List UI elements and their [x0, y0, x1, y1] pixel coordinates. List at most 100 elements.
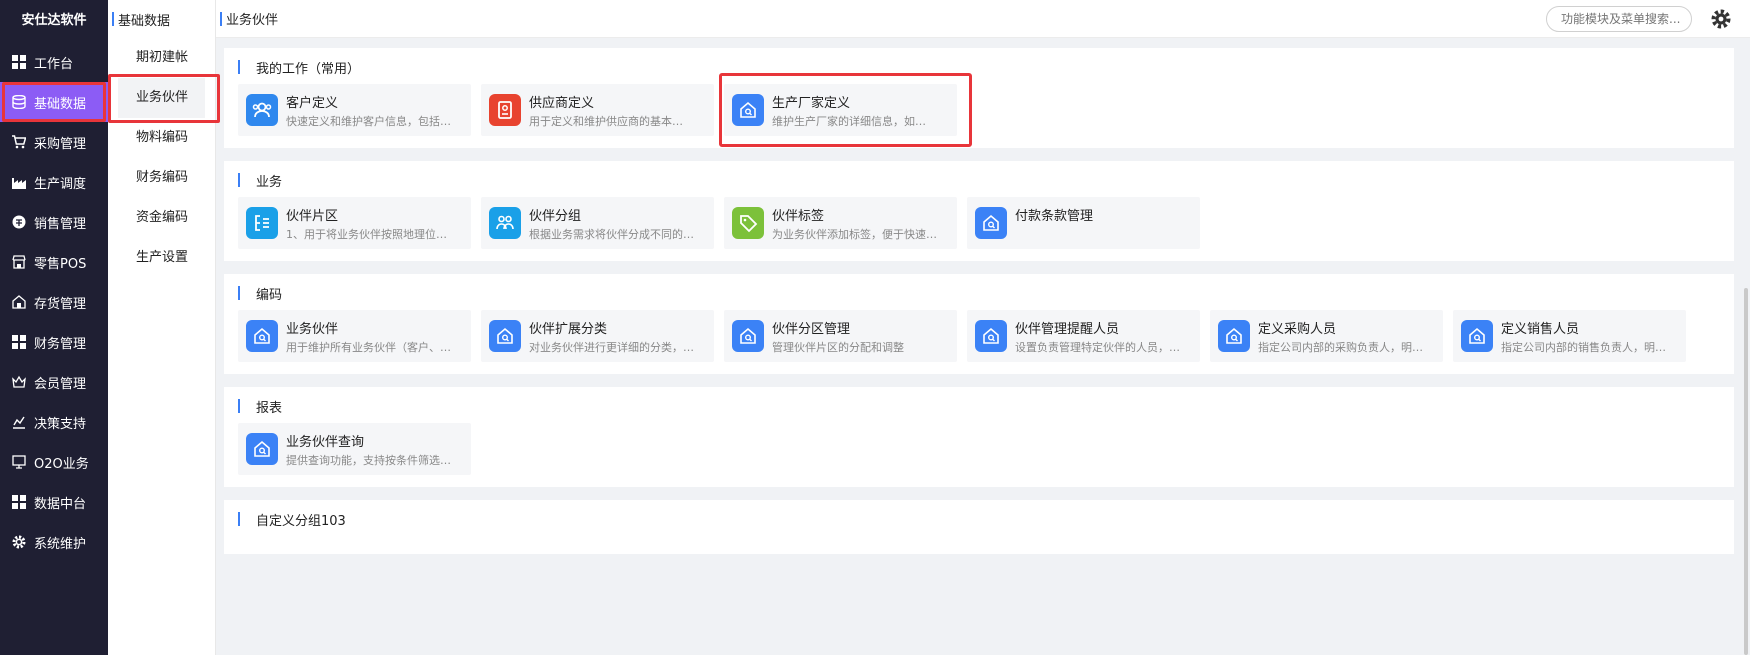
section-title-text: 自定义分组103 [256, 513, 346, 529]
scrollbar-thumb[interactable] [1744, 288, 1748, 655]
card-description: 快速定义和维护客户信息，包括… [286, 114, 451, 128]
page-title-text: 业务伙伴 [226, 13, 279, 28]
subnav-title-text: 基础数据 [118, 13, 171, 29]
subnav-item-finance-code[interactable]: 财务编码 [108, 158, 215, 198]
card-supplier-definition[interactable]: 供应商定义用于定义和维护供应商的基本… [481, 84, 714, 136]
nav-item-workbench[interactable]: 工作台 [0, 42, 108, 82]
title-bar [238, 286, 240, 300]
card-partner-extended-category[interactable]: 伙伴扩展分类对业务伙伴进行更详细的分类，… [481, 310, 714, 362]
title-bar [238, 173, 240, 187]
nav-item-inventory[interactable]: 存货管理 [0, 282, 108, 322]
card-title: 伙伴片区 [286, 208, 339, 224]
card-title: 付款条款管理 [1015, 209, 1094, 224]
card-description: 对业务伙伴进行更详细的分类，… [529, 340, 694, 354]
card-title: 伙伴管理提醒人员 [1015, 321, 1120, 337]
card-partner-reminder-staff[interactable]: 伙伴管理提醒人员 设置负责管理特定伙伴的人员，… [967, 310, 1200, 362]
gear-icon[interactable] [1710, 8, 1732, 30]
card-payment-terms[interactable]: 付款条款管理 [967, 197, 1200, 249]
page-title: 业务伙伴 [216, 9, 278, 28]
main-content: 我的工作（常用） 客户定义快速定义和维护客户信息，包括… 供应商定义用于定义和维… [216, 38, 1742, 655]
card-partner-group[interactable]: 伙伴分组 根据业务需求将伙伴分成不同的… [481, 197, 714, 249]
title-bar [238, 60, 240, 74]
card-define-salesperson[interactable]: 定义销售人员 指定公司内部的销售负责人，明… [1453, 310, 1686, 362]
card-business-partner[interactable]: 业务伙伴 用于维护所有业务伙伴（客户、… [238, 310, 471, 362]
group-icon [489, 207, 521, 239]
card-description: 指定公司内部的采购负责人，明… [1258, 340, 1423, 354]
nav-item-o2o[interactable]: O2O业务 [0, 442, 108, 482]
card-title: 业务伙伴查询 [286, 434, 365, 450]
tag-icon [732, 207, 764, 239]
nav-item-production[interactable]: 生产调度 [0, 162, 108, 202]
customer-icon [246, 94, 278, 126]
card-title: 客户定义 [286, 95, 339, 111]
monitor-icon [11, 455, 26, 470]
cart-icon [11, 135, 26, 150]
nav-item-label: 决策支持 [34, 416, 87, 432]
card-define-purchaser[interactable]: 定义采购人员指定公司内部的采购负责人，明… [1210, 310, 1443, 362]
section-title-text: 报表 [256, 400, 283, 416]
factory-icon [11, 175, 26, 190]
subnav-item-opening[interactable]: 期初建帐 [108, 38, 215, 78]
title-bar [238, 512, 240, 526]
card-title: 生产厂家定义 [772, 95, 851, 111]
card-description: 根据业务需求将伙伴分成不同的… [529, 227, 694, 241]
nav-item-data-center[interactable]: 数据中台 [0, 482, 108, 522]
nav-item-label: 基础数据 [34, 96, 87, 112]
section-custom-group: 自定义分组103 [224, 500, 1734, 554]
home-search-icon [975, 320, 1007, 352]
section-title-text: 我的工作（常用） [256, 61, 361, 77]
nav-item-label: O2O业务 [34, 456, 89, 472]
card-title: 定义采购人员 [1258, 321, 1337, 337]
nav-item-decision[interactable]: 决策支持 [0, 402, 108, 442]
chart-icon [11, 415, 26, 430]
search-input[interactable] [1546, 6, 1692, 32]
card-title: 伙伴扩展分类 [529, 321, 608, 337]
nav-item-label: 会员管理 [34, 376, 87, 392]
nav-item-basic-data[interactable]: 基础数据 [0, 82, 108, 122]
card-customer-definition[interactable]: 客户定义快速定义和维护客户信息，包括… [238, 84, 471, 136]
card-manufacturer-definition[interactable]: 生产厂家定义维护生产厂家的详细信息，如… [719, 73, 972, 147]
nav-item-label: 销售管理 [34, 216, 87, 232]
subnav-item-production-settings[interactable]: 生产设置 [108, 238, 215, 278]
grid-icon [11, 55, 26, 70]
nav-item-label: 零售POS [34, 256, 87, 272]
nav-item-purchase[interactable]: 采购管理 [0, 122, 108, 162]
section-coding: 编码 业务伙伴 用于维护所有业务伙伴（客户、… 伙伴扩展分类对业务伙伴进行更详细的… [224, 274, 1734, 374]
nav-item-label: 工作台 [34, 56, 74, 72]
subnav-title: 基础数据 [108, 0, 215, 38]
nav-item-sales[interactable]: 销售管理 [0, 202, 108, 242]
card-business-partner-query[interactable]: 业务伙伴查询 提供查询功能，支持按条件筛选… [238, 423, 471, 475]
card-partner-region[interactable]: 伙伴片区 1、用于将业务伙伴按照地理位… [238, 197, 471, 249]
card-partner-zone-management[interactable]: 伙伴分区管理 管理伙伴片区的分配和调整 [724, 310, 957, 362]
card-partner-tag[interactable]: 伙伴标签 为业务伙伴添加标签，便于快速… [724, 197, 957, 249]
section-business: 业务 伙伴片区 1、用于将业务伙伴按照地理位… 伙伴分组 根据业务需求将伙伴分成不同… [224, 161, 1734, 261]
home-search-icon [732, 94, 764, 126]
section-common-work: 我的工作（常用） 客户定义快速定义和维护客户信息，包括… 供应商定义用于定义和维… [224, 48, 1734, 148]
section-reports: 报表 业务伙伴查询 提供查询功能，支持按条件筛选… [224, 387, 1734, 487]
home-search-icon [975, 207, 1007, 239]
card-description: 用于定义和维护供应商的基本… [529, 114, 683, 128]
card-description: 维护生产厂家的详细信息，如… [772, 114, 926, 128]
app-title: 安仕达软件 [21, 13, 87, 28]
subnav-item-material-code[interactable]: 物料编码 [108, 118, 215, 158]
nav-item-label: 存货管理 [34, 296, 87, 312]
home-search-icon [1461, 320, 1493, 352]
store-icon [11, 255, 26, 270]
subnav-item-business-partner[interactable]: 业务伙伴 [118, 78, 205, 118]
title-bar [220, 11, 222, 26]
section-title: 编码 [224, 284, 1734, 303]
card-title: 业务伙伴 [286, 321, 339, 337]
crown-icon [11, 375, 26, 390]
card-title: 供应商定义 [529, 95, 595, 111]
vertical-scrollbar[interactable] [1742, 38, 1750, 655]
gear-icon [11, 535, 26, 550]
subnav-item-fund-code[interactable]: 资金编码 [108, 198, 215, 238]
home-search-icon [246, 433, 278, 465]
nav-item-system[interactable]: 系统维护 [0, 522, 108, 562]
nav-item-retail-pos[interactable]: 零售POS [0, 242, 108, 282]
card-description: 指定公司内部的销售负责人，明… [1501, 340, 1666, 354]
nav-item-label: 采购管理 [34, 136, 87, 152]
nav-item-label: 财务管理 [34, 336, 87, 352]
nav-item-finance[interactable]: 财务管理 [0, 322, 108, 362]
nav-item-member[interactable]: 会员管理 [0, 362, 108, 402]
